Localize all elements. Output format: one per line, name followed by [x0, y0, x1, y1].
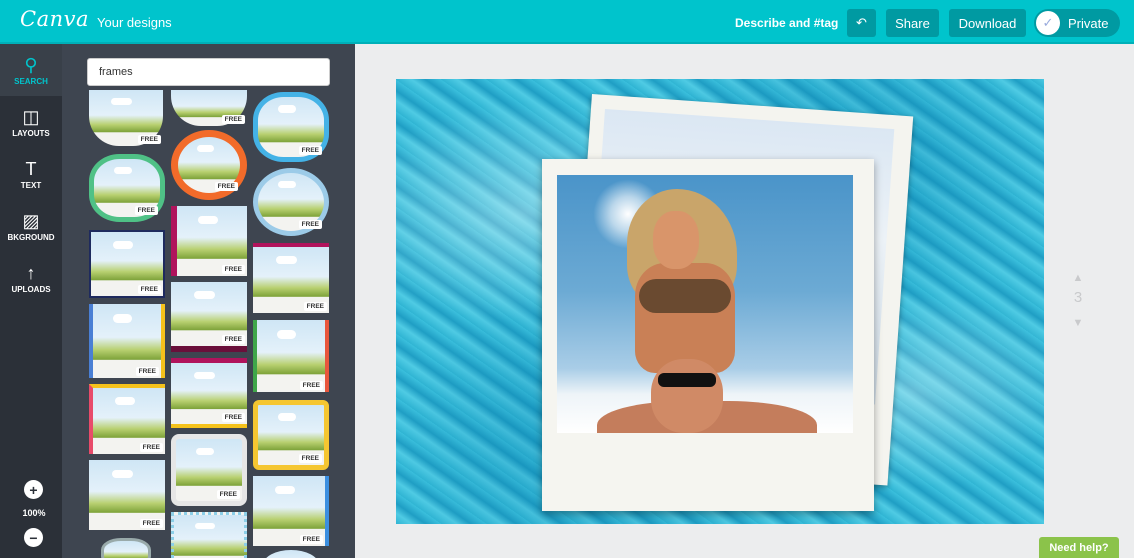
text-icon: T: [25, 158, 37, 179]
canva-logo[interactable]: Canva: [20, 7, 89, 31]
undo-button[interactable]: ↶: [847, 9, 876, 37]
free-badge: FREE: [298, 220, 322, 229]
zoom-level: 100%: [22, 508, 46, 518]
background-icon: ▨: [22, 210, 40, 231]
rail-item-background[interactable]: ▨ BKGROUND: [0, 200, 62, 252]
share-button[interactable]: Share: [886, 9, 939, 37]
frame-thumbnail[interactable]: FREE: [253, 476, 329, 546]
rail-item-label: UPLOADS: [11, 284, 51, 294]
free-badge: FREE: [214, 182, 238, 191]
free-badge: FREE: [135, 367, 159, 376]
free-badge: FREE: [139, 519, 163, 528]
check-icon: ✓: [1036, 11, 1060, 35]
upload-icon: ↑: [26, 262, 36, 283]
frame-thumbnail[interactable]: FREE: [253, 400, 329, 470]
polaroid-frame-front[interactable]: [542, 159, 874, 511]
rail-item-label: BKGROUND: [7, 232, 55, 242]
free-badge: FREE: [298, 454, 322, 463]
photo-front: [557, 175, 853, 433]
free-badge: FREE: [137, 135, 161, 144]
zoom-in-button[interactable]: +: [24, 480, 43, 499]
free-badge: FREE: [137, 285, 161, 294]
free-badge: FREE: [298, 146, 322, 155]
frame-thumbnail[interactable]: FREE: [171, 282, 247, 352]
frame-thumbnail[interactable]: FREE: [89, 230, 165, 298]
free-badge: FREE: [221, 265, 245, 274]
free-badge: FREE: [216, 490, 240, 499]
top-bar: Canva Your designs Describe and #tag ↶ S…: [0, 0, 1134, 44]
download-button[interactable]: Download: [949, 9, 1026, 37]
frame-thumbnail[interactable]: [263, 550, 319, 558]
frame-thumbnail[interactable]: FREE: [171, 90, 247, 126]
search-panel: FREE FREE FREE FREE FREE FREE FREE FREE …: [62, 44, 355, 558]
zoom-out-button[interactable]: −: [24, 528, 43, 547]
rail-item-uploads[interactable]: ↑ UPLOADS: [0, 252, 62, 304]
frame-thumbnail[interactable]: [101, 538, 151, 558]
free-badge: FREE: [139, 443, 163, 452]
search-input[interactable]: [87, 58, 330, 86]
frame-thumbnail[interactable]: FREE: [171, 206, 247, 276]
free-badge: FREE: [299, 381, 323, 390]
frame-thumbnail[interactable]: FREE: [253, 92, 329, 162]
rail-item-layouts[interactable]: ◫ LAYOUTS: [0, 96, 62, 148]
rail-item-search[interactable]: ⚲ SEARCH: [0, 44, 62, 96]
frame-thumbnail[interactable]: FREE: [89, 154, 165, 222]
free-badge: FREE: [134, 206, 158, 215]
need-help-button[interactable]: Need help?: [1039, 537, 1119, 558]
free-badge: FREE: [221, 335, 245, 344]
frame-thumbnail[interactable]: FREE: [171, 434, 247, 506]
frame-thumbnail[interactable]: FREE: [171, 358, 247, 428]
free-badge: FREE: [299, 535, 323, 544]
undo-icon: ↶: [856, 15, 867, 30]
free-badge: FREE: [221, 115, 245, 124]
frame-thumbnail[interactable]: FREE: [89, 90, 163, 146]
frame-thumbnail[interactable]: FREE: [253, 243, 329, 313]
free-badge: FREE: [303, 302, 327, 311]
private-toggle[interactable]: ✓ Private: [1034, 9, 1120, 37]
rail-item-label: TEXT: [20, 180, 42, 190]
frame-thumbnail[interactable]: FREE: [253, 320, 329, 392]
frame-thumbnail[interactable]: FREE: [89, 384, 165, 454]
frame-thumbnail[interactable]: [171, 512, 247, 558]
rail-item-label: LAYOUTS: [12, 128, 50, 138]
your-designs-link[interactable]: Your designs: [97, 15, 172, 30]
describe-and-tag-link[interactable]: Describe and #tag: [735, 16, 838, 30]
private-label: Private: [1068, 15, 1109, 31]
search-icon: ⚲: [24, 54, 38, 75]
page-up-icon[interactable]: ▲: [1069, 272, 1087, 284]
layouts-icon: ◫: [22, 106, 40, 127]
frame-thumbnail[interactable]: FREE: [89, 460, 165, 530]
frame-thumbnail[interactable]: FREE: [171, 130, 247, 200]
rail-item-text[interactable]: T TEXT: [0, 148, 62, 200]
left-rail: ⚲ SEARCH ◫ LAYOUTS T TEXT ▨ BKGROUND ↑ U…: [0, 44, 62, 558]
rail-item-label: SEARCH: [14, 76, 48, 86]
page-down-icon[interactable]: ▼: [1069, 317, 1087, 329]
frame-thumbnail[interactable]: FREE: [253, 168, 329, 236]
free-badge: FREE: [221, 413, 245, 422]
frame-thumbnail[interactable]: FREE: [89, 304, 165, 378]
page-number: 3: [1073, 289, 1083, 306]
